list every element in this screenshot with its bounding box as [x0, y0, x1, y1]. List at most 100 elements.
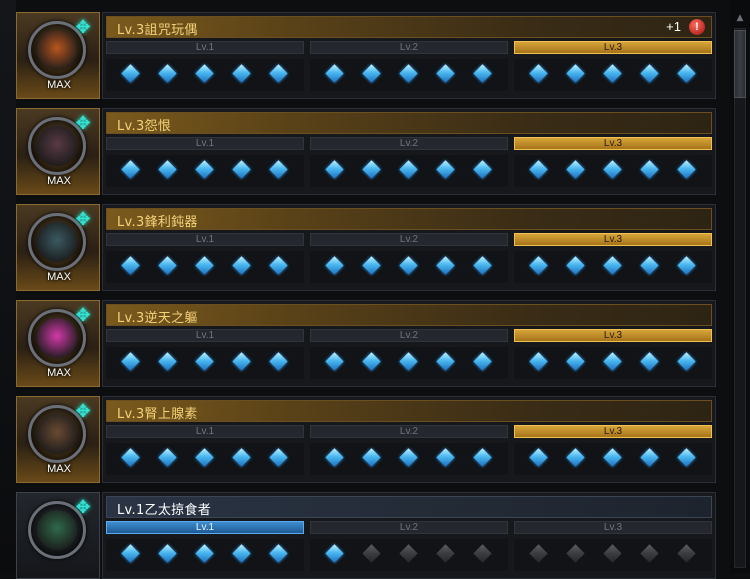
gem-filled-icon[interactable]	[640, 160, 659, 179]
gem-filled-icon[interactable]	[603, 160, 622, 179]
scroll-up-arrow-icon[interactable]: ▲	[734, 12, 746, 24]
gem-filled-icon[interactable]	[325, 64, 344, 83]
gem-filled-icon[interactable]	[362, 352, 381, 371]
gem-filled-icon[interactable]	[121, 352, 140, 371]
gem-filled-icon[interactable]	[436, 160, 455, 179]
gem-filled-icon[interactable]	[566, 64, 585, 83]
gem-filled-icon[interactable]	[158, 352, 177, 371]
tier-2[interactable]: Lv.2	[310, 137, 508, 192]
gem-filled-icon[interactable]	[436, 256, 455, 275]
tier-2[interactable]: Lv.2	[310, 41, 508, 96]
gem-filled-icon[interactable]	[195, 160, 214, 179]
gem-filled-icon[interactable]	[269, 352, 288, 371]
gem-filled-icon[interactable]	[158, 64, 177, 83]
gem-filled-icon[interactable]	[529, 256, 548, 275]
gem-empty-icon[interactable]	[566, 544, 585, 563]
gem-filled-icon[interactable]	[566, 352, 585, 371]
gem-filled-icon[interactable]	[603, 352, 622, 371]
gem-filled-icon[interactable]	[362, 160, 381, 179]
tier-3[interactable]: Lv.3	[514, 329, 712, 384]
scroll-thumb[interactable]	[734, 30, 746, 98]
gem-filled-icon[interactable]	[325, 256, 344, 275]
gem-filled-icon[interactable]	[677, 352, 696, 371]
gem-filled-icon[interactable]	[436, 448, 455, 467]
tier-1[interactable]: Lv.1	[106, 329, 304, 384]
gem-empty-icon[interactable]	[529, 544, 548, 563]
gem-filled-icon[interactable]	[640, 352, 659, 371]
gem-filled-icon[interactable]	[121, 160, 140, 179]
gem-filled-icon[interactable]	[677, 64, 696, 83]
gem-filled-icon[interactable]	[269, 256, 288, 275]
gem-filled-icon[interactable]	[325, 160, 344, 179]
tier-1[interactable]: Lv.1	[106, 521, 304, 576]
alert-icon[interactable]: !	[689, 19, 705, 35]
gem-filled-icon[interactable]	[529, 352, 548, 371]
gem-filled-icon[interactable]	[473, 352, 492, 371]
gem-filled-icon[interactable]	[158, 448, 177, 467]
tier-3[interactable]: Lv.3	[514, 521, 712, 576]
gem-filled-icon[interactable]	[269, 448, 288, 467]
gem-filled-icon[interactable]	[195, 448, 214, 467]
scroll-track[interactable]	[734, 28, 746, 568]
gem-filled-icon[interactable]	[121, 256, 140, 275]
gem-filled-icon[interactable]	[473, 256, 492, 275]
upgrade-portrait[interactable]: ✥ MAX	[16, 204, 100, 291]
gem-filled-icon[interactable]	[232, 544, 251, 563]
gem-filled-icon[interactable]	[473, 448, 492, 467]
gem-filled-icon[interactable]	[121, 64, 140, 83]
gem-filled-icon[interactable]	[399, 448, 418, 467]
gem-filled-icon[interactable]	[325, 352, 344, 371]
gem-filled-icon[interactable]	[121, 544, 140, 563]
gem-filled-icon[interactable]	[158, 160, 177, 179]
gem-filled-icon[interactable]	[436, 64, 455, 83]
upgrade-row[interactable]: ✥ MAX Lv.3怨恨 Lv.1 Lv.2 Lv.3	[16, 108, 724, 195]
gem-filled-icon[interactable]	[603, 256, 622, 275]
gem-filled-icon[interactable]	[232, 64, 251, 83]
upgrade-row[interactable]: ✥ MAX Lv.3腎上腺素 Lv.1 Lv.2 Lv.3	[16, 396, 724, 483]
gem-filled-icon[interactable]	[473, 160, 492, 179]
upgrade-portrait[interactable]: ✥ MAX	[16, 108, 100, 195]
tier-2[interactable]: Lv.2	[310, 521, 508, 576]
gem-filled-icon[interactable]	[677, 256, 696, 275]
gem-filled-icon[interactable]	[325, 544, 344, 563]
scrollbar[interactable]: ▲	[730, 0, 750, 573]
upgrade-row[interactable]: ✥ MAX Lv.3鋒利鈍器 Lv.1 Lv.2 Lv.3	[16, 204, 724, 291]
gem-filled-icon[interactable]	[232, 256, 251, 275]
gem-empty-icon[interactable]	[677, 544, 696, 563]
tier-1[interactable]: Lv.1	[106, 137, 304, 192]
gem-filled-icon[interactable]	[529, 64, 548, 83]
upgrade-row[interactable]: ✥ Lv.1乙太掠食者 Lv.1 Lv.2 Lv.3	[16, 492, 724, 579]
gem-filled-icon[interactable]	[195, 352, 214, 371]
gem-filled-icon[interactable]	[158, 256, 177, 275]
gem-filled-icon[interactable]	[399, 64, 418, 83]
gem-filled-icon[interactable]	[640, 256, 659, 275]
gem-filled-icon[interactable]	[603, 448, 622, 467]
tier-1[interactable]: Lv.1	[106, 41, 304, 96]
gem-filled-icon[interactable]	[269, 544, 288, 563]
tier-2[interactable]: Lv.2	[310, 233, 508, 288]
gem-filled-icon[interactable]	[436, 352, 455, 371]
tier-1[interactable]: Lv.1	[106, 233, 304, 288]
gem-filled-icon[interactable]	[640, 64, 659, 83]
gem-filled-icon[interactable]	[566, 160, 585, 179]
gem-empty-icon[interactable]	[603, 544, 622, 563]
gem-filled-icon[interactable]	[362, 256, 381, 275]
tier-3[interactable]: Lv.3	[514, 41, 712, 96]
gem-filled-icon[interactable]	[158, 544, 177, 563]
gem-filled-icon[interactable]	[399, 256, 418, 275]
gem-filled-icon[interactable]	[362, 64, 381, 83]
gem-filled-icon[interactable]	[529, 448, 548, 467]
tier-3[interactable]: Lv.3	[514, 233, 712, 288]
gem-filled-icon[interactable]	[529, 160, 548, 179]
tier-3[interactable]: Lv.3	[514, 137, 712, 192]
gem-filled-icon[interactable]	[232, 352, 251, 371]
gem-filled-icon[interactable]	[362, 448, 381, 467]
upgrade-row[interactable]: ✥ MAX Lv.3詛咒玩偶 +1! Lv.1 Lv.2 Lv.3	[16, 12, 724, 99]
gem-filled-icon[interactable]	[473, 64, 492, 83]
gem-empty-icon[interactable]	[399, 544, 418, 563]
gem-filled-icon[interactable]	[195, 544, 214, 563]
gem-empty-icon[interactable]	[473, 544, 492, 563]
tier-1[interactable]: Lv.1	[106, 425, 304, 480]
upgrade-row[interactable]: ✥ MAX Lv.3逆天之軀 Lv.1 Lv.2 Lv.3	[16, 300, 724, 387]
gem-filled-icon[interactable]	[325, 448, 344, 467]
